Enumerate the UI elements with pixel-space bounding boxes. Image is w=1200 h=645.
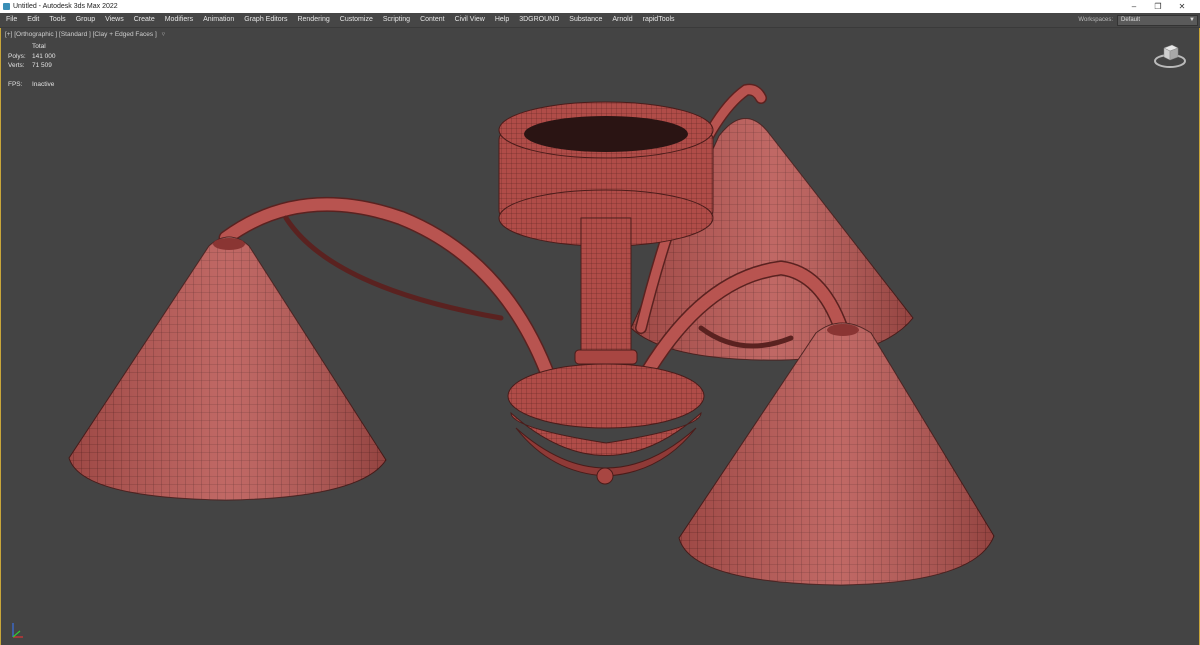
menu-file[interactable]: File — [6, 13, 22, 27]
lamp-shade-front-right[interactable] — [678, 322, 995, 586]
menu-rapidtools[interactable]: rapidTools — [638, 13, 680, 27]
axis-gizmo-icon — [12, 623, 23, 638]
chandelier-model[interactable] — [1, 28, 1199, 645]
menu-group[interactable]: Group — [71, 13, 100, 27]
minimize-button[interactable]: – — [1122, 0, 1146, 13]
app-icon — [3, 3, 10, 10]
menu-views[interactable]: Views — [100, 13, 129, 27]
title-bar: Untitled - Autodesk 3ds Max 2022 – ❐ ✕ — [0, 0, 1200, 13]
menu-graph-editors[interactable]: Graph Editors — [239, 13, 292, 27]
menu-tools[interactable]: Tools — [44, 13, 70, 27]
workspace-dropdown[interactable]: Default ▼ — [1117, 14, 1198, 26]
menu-animation[interactable]: Animation — [198, 13, 239, 27]
workspace-value: Default — [1121, 16, 1141, 23]
workspace-label: Workspaces: — [1078, 17, 1113, 23]
menu-rendering[interactable]: Rendering — [292, 13, 334, 27]
menu-arnold[interactable]: Arnold — [607, 13, 637, 27]
restore-button[interactable]: ❐ — [1146, 0, 1170, 13]
chandelier-stem — [574, 217, 638, 365]
menu-3dground[interactable]: 3DGROUND — [514, 13, 564, 27]
chevron-down-icon: ▼ — [1189, 16, 1195, 23]
lamp-shade-left[interactable] — [68, 236, 387, 501]
close-button[interactable]: ✕ — [1170, 0, 1194, 13]
menu-customize[interactable]: Customize — [335, 13, 378, 27]
chandelier-base[interactable] — [507, 363, 705, 485]
menu-modifiers[interactable]: Modifiers — [160, 13, 198, 27]
perspective-viewport[interactable]: [+] [Orthographic ] [Standard ] [Clay + … — [0, 28, 1200, 645]
menu-content[interactable]: Content — [415, 13, 450, 27]
menu-civil-view[interactable]: Civil View — [450, 13, 490, 27]
menu-bar: File Edit Tools Group Views Create Modif… — [0, 13, 1200, 28]
menu-substance[interactable]: Substance — [564, 13, 607, 27]
menu-edit[interactable]: Edit — [22, 13, 44, 27]
menu-help[interactable]: Help — [490, 13, 514, 27]
workspace-switcher: Workspaces: Default ▼ — [1078, 13, 1200, 27]
menu-create[interactable]: Create — [129, 13, 160, 27]
window-title: Untitled - Autodesk 3ds Max 2022 — [13, 3, 118, 10]
menu-scripting[interactable]: Scripting — [378, 13, 415, 27]
main-menu: File Edit Tools Group Views Create Modif… — [6, 13, 680, 27]
